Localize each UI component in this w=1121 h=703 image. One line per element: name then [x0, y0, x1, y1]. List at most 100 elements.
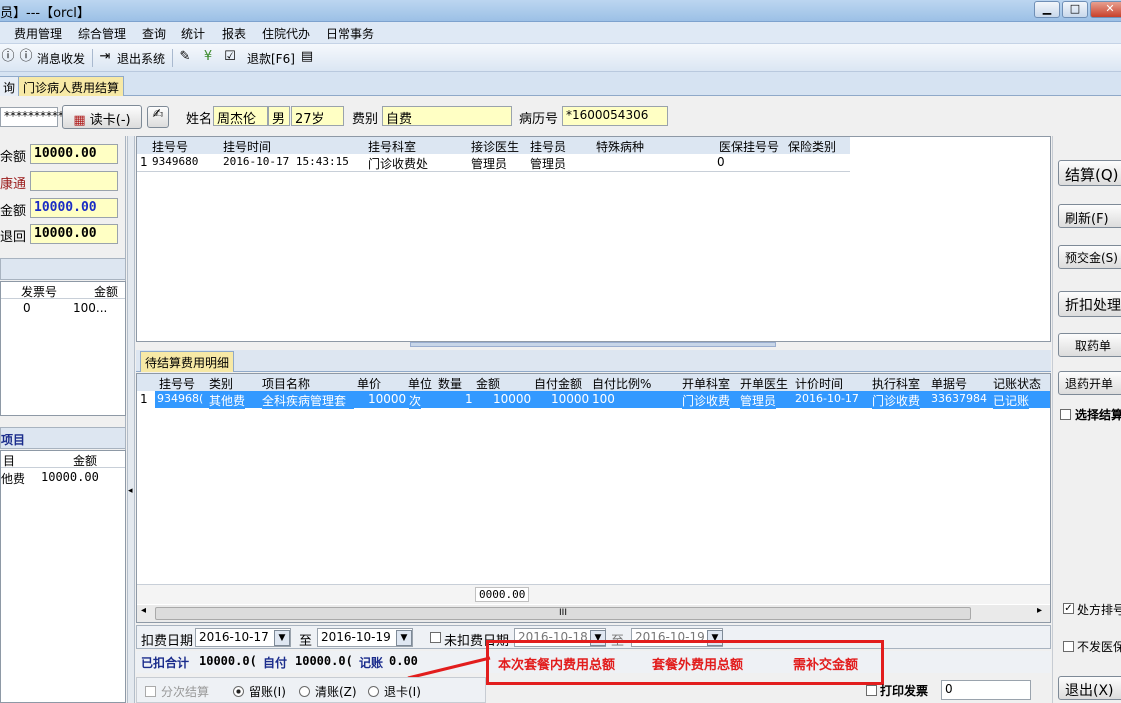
menu-fee-management[interactable]: 费用管理	[14, 25, 62, 42]
detail-col-status: 记账状态	[993, 377, 1042, 391]
discount-button[interactable]: 折扣处理	[1058, 291, 1121, 317]
reg-col-clerk: 挂号员	[530, 140, 567, 154]
select-settle-checkbox[interactable]	[1060, 409, 1071, 420]
tab-query[interactable]: 询	[0, 76, 21, 96]
grid-divider	[1, 467, 125, 468]
refund-card-radio[interactable]	[368, 686, 379, 697]
deduct-date-label: 扣费日期	[141, 634, 194, 649]
menu-reports[interactable]: 报表	[222, 25, 246, 42]
amount-label: 金额	[0, 204, 27, 219]
row-index: 1	[140, 155, 148, 169]
title-bar: 员】---【orcl】 ▁ □ ✕	[0, 0, 1121, 22]
horizontal-scrollbar[interactable]: ◂ III ▸	[137, 605, 1050, 622]
patient-name-field[interactable]: 周杰伦	[213, 106, 268, 127]
tab-outpatient-settlement[interactable]: 门诊病人费用结算	[18, 76, 125, 96]
patient-sex-field[interactable]: 男	[268, 106, 290, 127]
select-settle-label: 选择结算	[1075, 408, 1121, 422]
invoice-row-amount[interactable]: 100...	[73, 301, 107, 315]
minimize-button[interactable]: ▁	[1034, 1, 1060, 18]
detail-exec-dept-cell: 门诊收费	[872, 392, 921, 409]
invoice-number-field[interactable]: 0	[941, 680, 1031, 700]
no-insurance-checkbox[interactable]	[1063, 641, 1074, 652]
jkt-field[interactable]	[30, 171, 118, 191]
menu-query[interactable]: 查询	[142, 25, 166, 42]
rx-sort-checkbox[interactable]: ✓	[1063, 603, 1074, 614]
settle-button[interactable]: 结算(Q)	[1058, 160, 1121, 186]
close-button[interactable]: ✕	[1090, 1, 1121, 18]
read-card-button[interactable]: ▦ 读卡(-)	[62, 105, 142, 129]
split-settlement-checkbox[interactable]	[145, 686, 156, 697]
prepayment-button[interactable]: 预交金(S)	[1058, 245, 1121, 269]
items-panel-header: 项目	[0, 427, 126, 449]
detail-reg-number-cell: 934968(	[157, 392, 205, 405]
detail-col-self-amount: 自付金额	[534, 377, 583, 391]
maximize-button[interactable]: □	[1062, 1, 1088, 18]
record-number-field[interactable]: *1600054306	[562, 106, 668, 126]
refresh-button[interactable]: 刷新(F)	[1058, 204, 1121, 228]
messages-button[interactable]: 消息收发	[37, 50, 85, 67]
menu-daily-affairs[interactable]: 日常事务	[326, 25, 374, 42]
menu-inpatient-agent[interactable]: 住院代办	[262, 25, 310, 42]
rx-sort-label: 处方排号	[1077, 603, 1121, 617]
deducted-total-value: 10000.0(	[199, 654, 257, 668]
menu-statistics[interactable]: 统计	[181, 25, 205, 42]
read-card-label: 读卡(-)	[89, 113, 131, 128]
reg-col-number: 挂号号	[152, 140, 189, 154]
card-number-field[interactable]: **********	[0, 107, 64, 127]
horizontal-splitter[interactable]	[410, 342, 776, 347]
detail-bill-number-cell: 33637984	[931, 392, 987, 405]
fee-detail-grid: 挂号号 类别 项目名称 单价 单位 数量 金额 自付金额 自付比例% 开单科室 …	[136, 373, 1051, 623]
grid-divider	[1, 298, 125, 299]
print-invoice-checkbox[interactable]	[866, 685, 877, 696]
edit-icon[interactable]: ✎	[177, 49, 193, 65]
detail-col-quantity: 数量	[438, 377, 463, 391]
fee-type-label: 费别	[352, 112, 379, 127]
table-row[interactable]: 1 934968( 其他费 全科疾病管理套 10000 次 1 10000 10…	[137, 391, 1050, 409]
registration-grid: 挂号号 挂号时间 挂号科室 接诊医生 挂号员 特殊病种 医保挂号号 保险类别 1…	[136, 136, 1051, 342]
medicine-list-button[interactable]: 取药单	[1058, 333, 1121, 357]
info-icon[interactable]: ⓘ	[18, 49, 34, 65]
checkbox-icon[interactable]: ☑	[222, 49, 238, 65]
exit-icon[interactable]: ⇥	[97, 49, 113, 65]
amount-field[interactable]: 10000.00	[30, 198, 118, 218]
return-medicine-order-button[interactable]: 退药开单	[1058, 371, 1121, 395]
detail-quantity-cell: 1	[465, 392, 473, 406]
detail-footer-total: 0000.00	[475, 587, 530, 602]
scrollbar-thumb[interactable]: III	[155, 607, 971, 620]
refund-button[interactable]: 退款[F6]	[247, 50, 295, 67]
scroll-right-icon[interactable]: ▸	[1037, 605, 1042, 616]
menu-general-management[interactable]: 综合管理	[78, 25, 126, 42]
items-row-amount[interactable]: 10000.00	[41, 470, 99, 484]
detail-col-amount: 金额	[476, 377, 501, 391]
exit-button[interactable]: 退出(X)	[1058, 676, 1121, 700]
detail-col-price: 单价	[357, 377, 382, 391]
scroll-left-icon[interactable]: ◂	[141, 605, 146, 616]
yen-icon[interactable]: ¥	[200, 49, 216, 65]
info-icon[interactable]: ⓘ	[0, 49, 16, 65]
broom-icon[interactable]: ✍	[147, 106, 169, 128]
patient-age-field[interactable]: 27岁	[291, 106, 344, 127]
balance-field[interactable]: 10000.00	[30, 144, 118, 164]
return-field[interactable]: 10000.00	[30, 224, 118, 244]
print-invoice-label: 打印发票	[880, 684, 929, 698]
deducted-total-label: 已扣合计	[141, 656, 190, 670]
to-label: 至	[299, 634, 313, 649]
items-row-name[interactable]: 他费	[1, 470, 25, 487]
table-row[interactable]: 1 9349680 2016-10-17 15:43:15 门诊收费处 管理员 …	[137, 154, 850, 172]
chevron-down-icon[interactable]: ▼	[274, 630, 290, 646]
fee-type-field[interactable]: 自费	[382, 106, 512, 127]
vertical-splitter[interactable]: ◂	[127, 136, 135, 703]
out-package-total-note: 套餐外费用总额	[652, 658, 744, 673]
window-icon[interactable]: ▤	[299, 49, 315, 65]
exit-system-button[interactable]: 退出系统	[117, 50, 165, 67]
invoice-row-number[interactable]: 0	[23, 301, 31, 315]
reg-doctor-cell: 管理员	[471, 157, 508, 171]
clear-account-radio[interactable]	[299, 686, 310, 697]
items-title: 项目	[1, 433, 26, 447]
detail-footer-row: 0000.00	[137, 584, 1050, 604]
tab-pending-fee-detail[interactable]: 待结算费用明细	[140, 351, 235, 372]
splitter-arrow-icon: ◂	[128, 486, 133, 496]
refund-card-label: 退卡(I)	[384, 685, 421, 699]
keep-account-radio[interactable]	[233, 686, 244, 697]
detail-col-bill-number: 单据号	[931, 377, 968, 391]
